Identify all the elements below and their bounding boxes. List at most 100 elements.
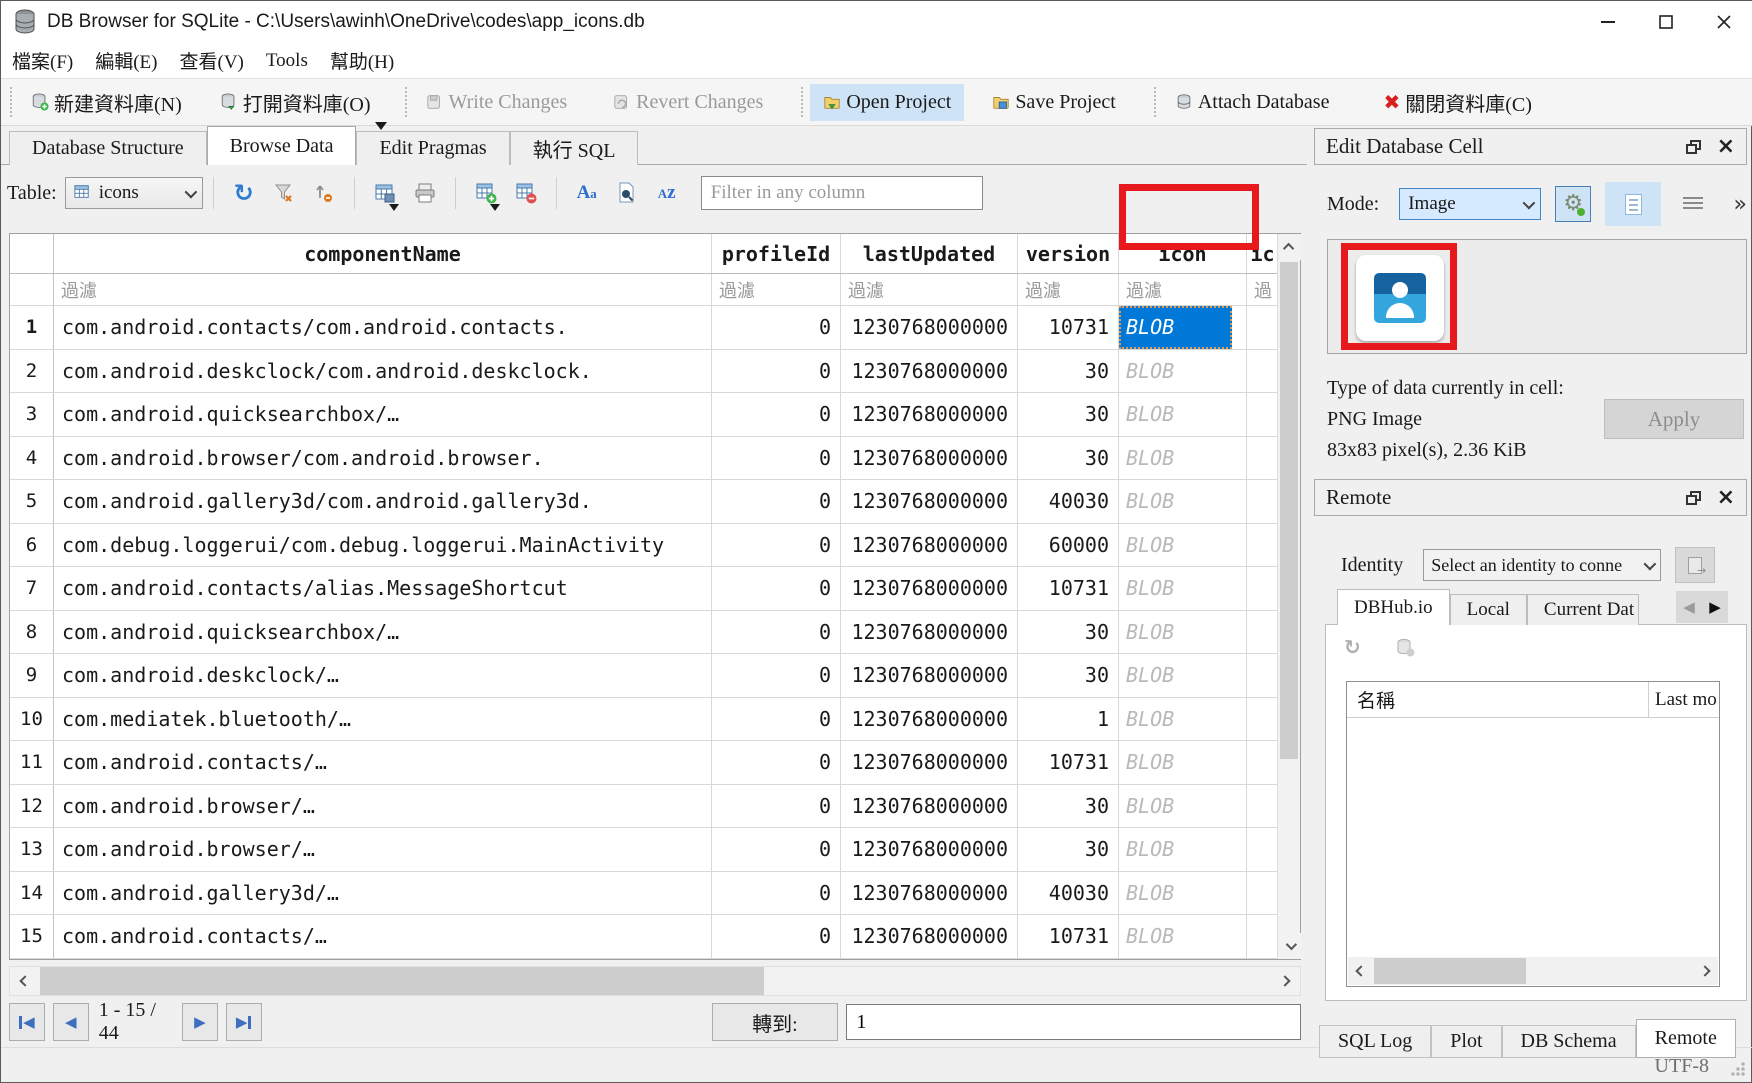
cell-partial[interactable]	[1247, 828, 1278, 871]
next-page-button[interactable]: ▶	[182, 1003, 218, 1041]
row-number[interactable]: 6	[10, 524, 54, 567]
blob-value[interactable]: BLOB	[1126, 446, 1174, 470]
scroll-left-button[interactable]	[1348, 957, 1374, 985]
remote-list-header-name[interactable]: 名稱	[1347, 682, 1649, 717]
blob-value[interactable]: BLOB	[1126, 924, 1174, 948]
cell-icon[interactable]: BLOB	[1119, 828, 1247, 871]
cell-version[interactable]: 30	[1018, 611, 1119, 654]
cell-lastUpdated[interactable]: 1230768000000	[841, 915, 1018, 958]
cell-lastUpdated[interactable]: 1230768000000	[841, 872, 1018, 915]
previous-page-button[interactable]: ◀	[53, 1003, 89, 1041]
last-page-button[interactable]: ▶	[226, 1003, 262, 1041]
cell-partial[interactable]	[1247, 915, 1278, 958]
float-panel-icon[interactable]	[1686, 140, 1701, 154]
cell-partial[interactable]	[1247, 306, 1278, 349]
cell-componentName[interactable]: com.android.browser/com.android.browser.	[54, 437, 712, 480]
remote-list-hscrollbar[interactable]	[1348, 957, 1718, 985]
tab-edit-pragmas[interactable]: Edit Pragmas	[356, 131, 509, 165]
clear-sort-button[interactable]	[304, 177, 344, 209]
cell-partial[interactable]	[1247, 611, 1278, 654]
cell-profileId[interactable]: 0	[712, 393, 841, 436]
cell-version[interactable]: 30	[1018, 654, 1119, 697]
cell-lastUpdated[interactable]: 1230768000000	[841, 698, 1018, 741]
cell-componentName[interactable]: com.android.gallery3d/…	[54, 872, 712, 915]
cell-lastUpdated[interactable]: 1230768000000	[841, 611, 1018, 654]
tabs-scroll-right-button[interactable]: ▶	[1702, 591, 1728, 623]
cell-icon[interactable]: BLOB	[1119, 306, 1247, 349]
cell-partial[interactable]	[1247, 785, 1278, 828]
close-panel-icon[interactable]: ×	[1717, 487, 1735, 509]
cell-lastUpdated[interactable]: 1230768000000	[841, 524, 1018, 567]
tabs-scroll-left-button[interactable]: ◀	[1676, 591, 1702, 623]
scroll-right-button[interactable]	[1270, 967, 1300, 995]
blob-value[interactable]: BLOB	[1126, 837, 1174, 861]
table-selector[interactable]: icons	[65, 177, 203, 209]
sort-az-button[interactable]: Az	[647, 177, 687, 209]
cell-partial[interactable]	[1247, 480, 1278, 523]
cell-profileId[interactable]: 0	[712, 306, 841, 349]
blob-value[interactable]: BLOB	[1119, 306, 1232, 349]
cell-lastUpdated[interactable]: 1230768000000	[841, 741, 1018, 784]
row-number[interactable]: 15	[10, 915, 54, 958]
goto-record-input[interactable]	[846, 1004, 1301, 1040]
cell-icon[interactable]: BLOB	[1119, 350, 1247, 393]
cell-icon[interactable]: BLOB	[1119, 437, 1247, 480]
remote-list-scroll-thumb[interactable]	[1374, 958, 1526, 984]
cell-profileId[interactable]: 0	[712, 350, 841, 393]
cell-partial[interactable]	[1247, 350, 1278, 393]
open-project-button[interactable]: Open Project	[810, 84, 964, 121]
cell-version[interactable]: 10731	[1018, 741, 1119, 784]
attach-database-button[interactable]: Attach Database	[1163, 85, 1342, 120]
menu-item-0[interactable]: 檔案(F)	[1, 43, 84, 78]
auto-switch-mode-button[interactable]: ⚙	[1555, 186, 1591, 222]
cell-icon[interactable]: BLOB	[1119, 524, 1247, 567]
cell-lastUpdated[interactable]: 1230768000000	[841, 480, 1018, 523]
cell-icon[interactable]: BLOB	[1119, 698, 1247, 741]
blob-value[interactable]: BLOB	[1126, 489, 1174, 513]
remote-refresh-icon[interactable]: ↻	[1344, 637, 1361, 662]
cell-icon[interactable]: BLOB	[1119, 393, 1247, 436]
cell-version[interactable]: 40030	[1018, 872, 1119, 915]
horizontal-scrollbar[interactable]	[9, 966, 1301, 996]
refresh-button[interactable]: ↻	[224, 177, 264, 209]
cell-lastUpdated[interactable]: 1230768000000	[841, 393, 1018, 436]
cell-profileId[interactable]: 0	[712, 567, 841, 610]
cell-version[interactable]: 10731	[1018, 915, 1119, 958]
cell-componentName[interactable]: com.android.contacts/…	[54, 741, 712, 784]
identity-selector[interactable]: Select an identity to conne	[1423, 549, 1661, 581]
dock-tab-db-schema[interactable]: DB Schema	[1502, 1025, 1636, 1058]
cell-lastUpdated[interactable]: 1230768000000	[841, 828, 1018, 871]
tab-browse-data[interactable]: Browse Data	[207, 126, 357, 165]
remote-tab-current-dat[interactable]: Current Dat	[1527, 594, 1639, 625]
row-number[interactable]: 8	[10, 611, 54, 654]
cell-componentName[interactable]: com.android.contacts/com.android.contact…	[54, 306, 712, 349]
cell-lastUpdated[interactable]: 1230768000000	[841, 785, 1018, 828]
cell-lastUpdated[interactable]: 1230768000000	[841, 437, 1018, 480]
row-number[interactable]: 13	[10, 828, 54, 871]
cell-componentName[interactable]: com.android.deskclock/com.android.deskcl…	[54, 350, 712, 393]
blob-value[interactable]: BLOB	[1126, 663, 1174, 687]
cell-profileId[interactable]: 0	[712, 785, 841, 828]
column-header-lastUpdated[interactable]: lastUpdated	[841, 234, 1018, 273]
row-number[interactable]: 10	[10, 698, 54, 741]
filter-cell-version[interactable]: 過濾	[1018, 274, 1119, 305]
first-page-button[interactable]: ◀	[9, 1003, 45, 1041]
horizontal-scrollbar-thumb[interactable]	[40, 967, 764, 995]
cell-profileId[interactable]: 0	[712, 524, 841, 567]
tab-執行-sql[interactable]: 執行 SQL	[510, 131, 639, 165]
save-table-button[interactable]	[365, 177, 405, 209]
cell-profileId[interactable]: 0	[712, 828, 841, 871]
word-wrap-button[interactable]	[1675, 186, 1711, 222]
cell-icon[interactable]: BLOB	[1119, 785, 1247, 828]
insert-record-button[interactable]	[466, 177, 506, 209]
column-header-componentName[interactable]: componentName	[54, 234, 712, 273]
row-number[interactable]: 9	[10, 654, 54, 697]
cell-profileId[interactable]: 0	[712, 480, 841, 523]
cell-lastUpdated[interactable]: 1230768000000	[841, 306, 1018, 349]
clone-database-button[interactable]	[1675, 547, 1715, 583]
scroll-right-button[interactable]	[1692, 957, 1718, 985]
column-header-profileId[interactable]: profileId	[712, 234, 841, 273]
cell-profileId[interactable]: 0	[712, 915, 841, 958]
close-database-button[interactable]: ✖ 關閉資料庫(C)	[1371, 82, 1543, 123]
cell-partial[interactable]	[1247, 567, 1278, 610]
